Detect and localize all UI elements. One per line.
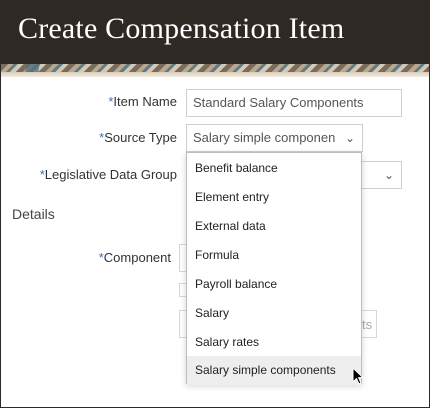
page-header: Create Compensation Item xyxy=(1,1,429,64)
component-label: *Component xyxy=(98,250,171,265)
page-title: Create Compensation Item xyxy=(18,12,345,45)
source-type-label: *Source Type xyxy=(99,130,177,145)
window: Create Compensation Item *Item Name Stan… xyxy=(0,0,430,408)
option-benefit-balance[interactable]: Benefit balance xyxy=(187,154,361,183)
source-type-select[interactable]: Salary simple componen ⌄ xyxy=(186,124,363,152)
decorative-banner xyxy=(1,64,429,77)
item-name-label: *Item Name xyxy=(108,94,177,109)
source-type-dropdown-list: Benefit balance Element entry External d… xyxy=(186,152,362,385)
option-salary[interactable]: Salary xyxy=(187,299,361,328)
chevron-down-icon[interactable]: ⌄ xyxy=(384,162,394,188)
option-salary-rates[interactable]: Salary rates xyxy=(187,328,361,357)
item-name-input[interactable]: Standard Salary Components xyxy=(186,89,402,117)
add-button-label: ts xyxy=(362,317,373,332)
details-section-title: Details xyxy=(12,206,55,222)
chevron-down-icon[interactable]: ⌄ xyxy=(345,125,355,151)
source-type-value: Salary simple componen xyxy=(193,130,336,145)
option-element-entry[interactable]: Element entry xyxy=(187,183,361,212)
ldg-label: *Legislative Data Group xyxy=(39,167,177,182)
item-name-value: Standard Salary Components xyxy=(193,95,364,110)
mouse-pointer-icon xyxy=(352,367,364,385)
option-formula[interactable]: Formula xyxy=(187,241,361,270)
option-external-data[interactable]: External data xyxy=(187,212,361,241)
option-salary-simple-components[interactable]: Salary simple components xyxy=(187,356,361,385)
option-payroll-balance[interactable]: Payroll balance xyxy=(187,270,361,299)
